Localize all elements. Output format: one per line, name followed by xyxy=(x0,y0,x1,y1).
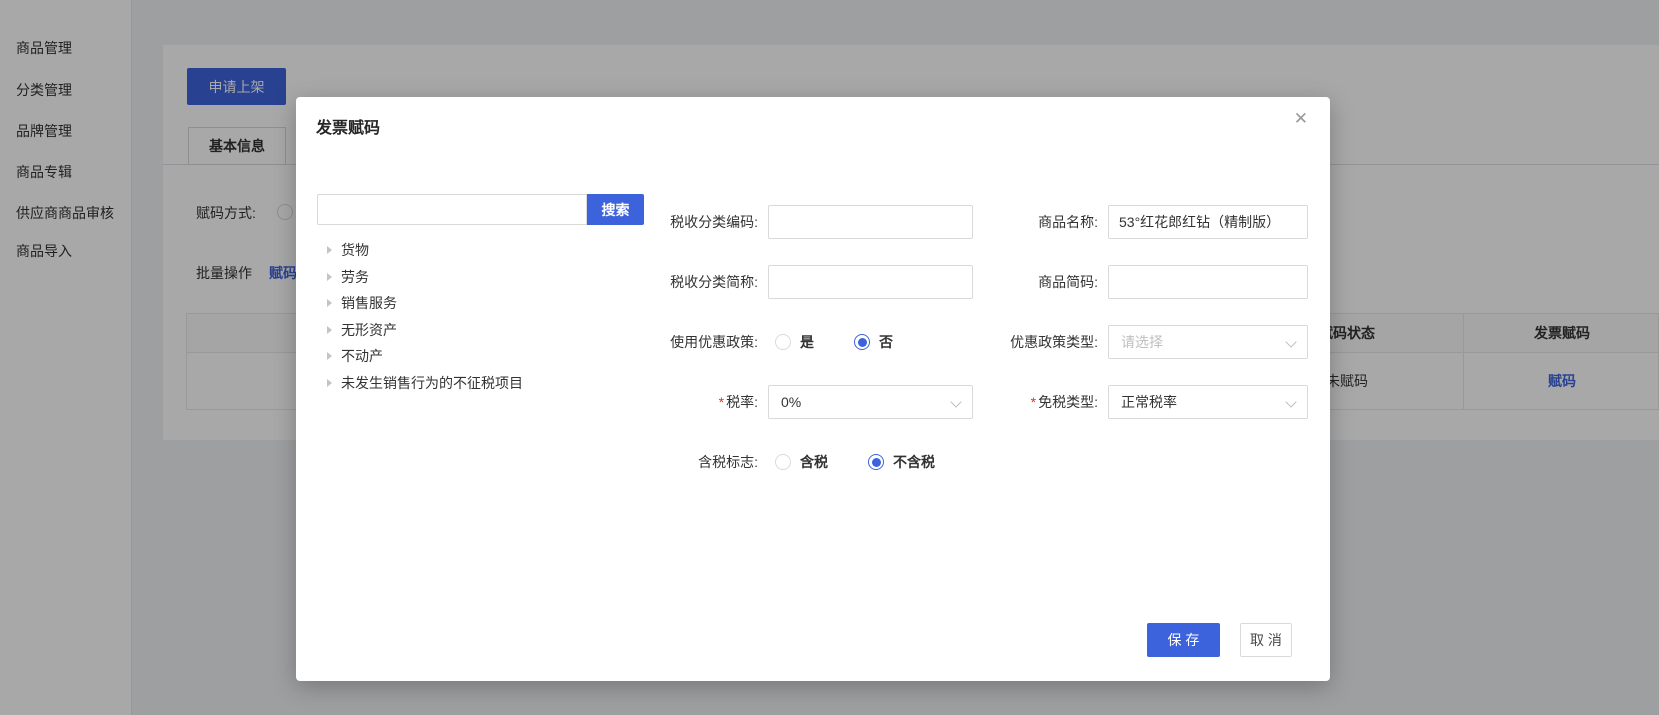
policy-type-label: 优惠政策类型: xyxy=(898,325,1098,359)
close-icon[interactable]: ✕ xyxy=(1294,110,1308,127)
tree-item-goods[interactable]: 货物 xyxy=(327,240,523,260)
tree-item-labor[interactable]: 劳务 xyxy=(327,267,523,287)
expand-arrow-icon[interactable] xyxy=(327,352,332,360)
expand-arrow-icon[interactable] xyxy=(327,299,332,307)
expand-arrow-icon[interactable] xyxy=(327,379,332,387)
use-policy-no-radio[interactable] xyxy=(854,334,870,350)
save-button[interactable]: 保 存 xyxy=(1147,623,1220,657)
tree-item-intangible-assets[interactable]: 无形资产 xyxy=(327,320,523,340)
product-name-label: 商品名称: xyxy=(898,205,1098,239)
use-policy-radio-group: 是 否 xyxy=(768,325,893,359)
product-code-input[interactable] xyxy=(1108,265,1308,299)
tax-rate-value: 0% xyxy=(781,394,801,410)
tax-code-label: 税收分类编码: xyxy=(558,205,758,239)
required-asterisk: * xyxy=(1031,394,1036,410)
tax-included-radio[interactable] xyxy=(775,454,791,470)
tax-free-type-value: 正常税率 xyxy=(1121,394,1177,410)
modal-title: 发票赋码 xyxy=(316,114,380,138)
tax-flag-label: 含税标志: xyxy=(558,445,758,479)
tax-free-type-select[interactable]: 正常税率 xyxy=(1108,385,1308,419)
use-policy-yes-radio[interactable] xyxy=(775,334,791,350)
tree-item-non-taxable[interactable]: 未发生销售行为的不征税项目 xyxy=(327,373,523,393)
required-asterisk: * xyxy=(719,394,724,410)
tax-rate-label: *税率: xyxy=(558,385,758,419)
expand-arrow-icon[interactable] xyxy=(327,246,332,254)
product-code-label: 商品简码: xyxy=(898,265,1098,299)
tax-flag-radio-group: 含税 不含税 xyxy=(768,445,935,479)
tree-item-real-estate[interactable]: 不动产 xyxy=(327,346,523,366)
chevron-down-icon xyxy=(1285,396,1296,407)
use-policy-no-label[interactable]: 否 xyxy=(879,332,893,352)
policy-type-select[interactable]: 请选择 xyxy=(1108,325,1308,359)
expand-arrow-icon[interactable] xyxy=(327,273,332,281)
tax-abbr-label: 税收分类简称: xyxy=(558,265,758,299)
tax-category-tree: 货物 劳务 销售服务 无形资产 不动产 未发生销售行为的不征税项目 xyxy=(327,240,523,393)
cancel-button[interactable]: 取 消 xyxy=(1240,623,1292,657)
tree-item-sales-services[interactable]: 销售服务 xyxy=(327,293,523,313)
tax-free-type-label: *免税类型: xyxy=(898,385,1098,419)
tax-excluded-radio[interactable] xyxy=(868,454,884,470)
tax-excluded-label[interactable]: 不含税 xyxy=(893,452,935,472)
category-search-input[interactable] xyxy=(317,194,587,225)
product-name-input[interactable] xyxy=(1108,205,1308,239)
policy-type-placeholder: 请选择 xyxy=(1121,334,1163,350)
use-policy-label: 使用优惠政策: xyxy=(558,325,758,359)
invoice-coding-modal: 发票赋码 ✕ 搜索 货物 劳务 销售服务 无形资产 不动产 xyxy=(296,97,1330,681)
expand-arrow-icon[interactable] xyxy=(327,326,332,334)
screen: 商品管理 分类管理 品牌管理 商品专辑 供应商商品审核 商品导入 申请上架 基本… xyxy=(0,0,1659,715)
use-policy-yes-label[interactable]: 是 xyxy=(800,332,814,352)
chevron-down-icon xyxy=(1285,336,1296,347)
tax-included-label[interactable]: 含税 xyxy=(800,452,828,472)
